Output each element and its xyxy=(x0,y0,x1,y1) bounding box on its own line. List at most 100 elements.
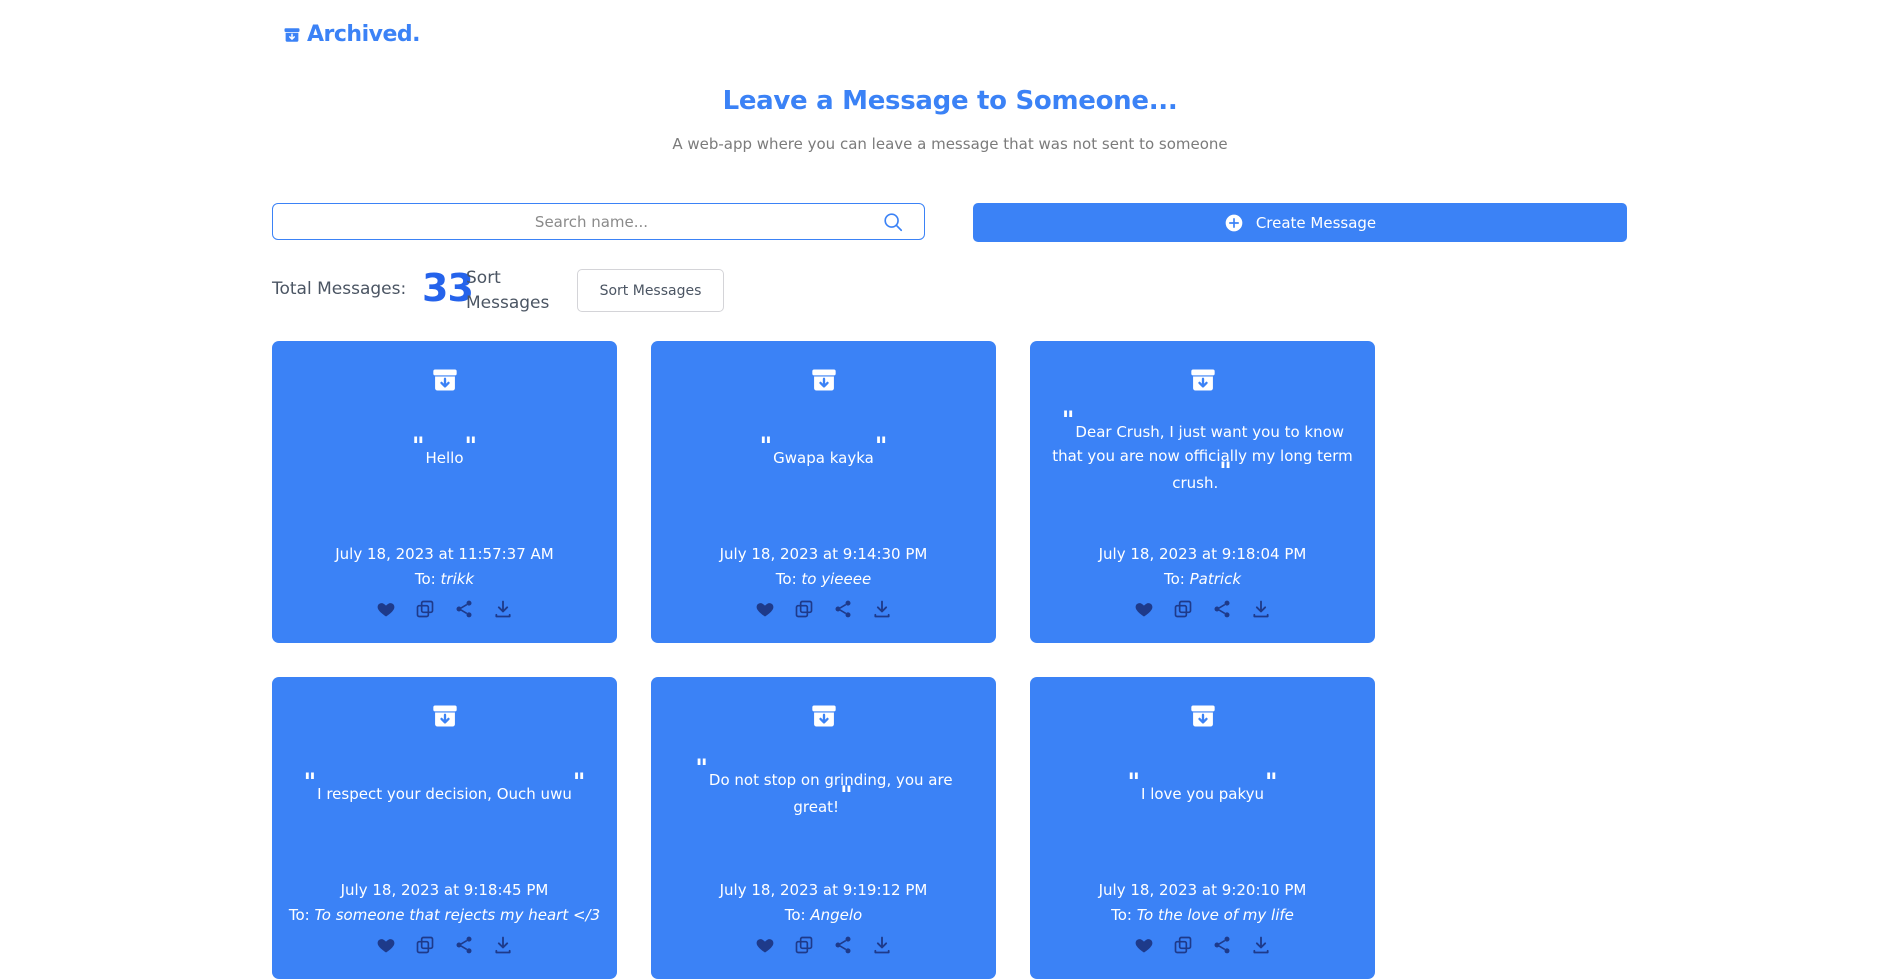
heart-icon[interactable] xyxy=(376,935,396,955)
message-recipient: To: to yieeee xyxy=(651,570,996,588)
copy-icon[interactable] xyxy=(415,599,435,619)
open-quote: " xyxy=(1127,767,1140,796)
page-subtitle: A web-app where you can leave a message … xyxy=(672,135,1228,153)
archive-icon[interactable] xyxy=(1189,702,1217,730)
message-recipient: To: To the love of my life xyxy=(1030,906,1375,924)
copy-icon[interactable] xyxy=(794,935,814,955)
close-quote: " xyxy=(464,431,478,460)
download-icon[interactable] xyxy=(872,935,892,955)
close-quote: " xyxy=(874,431,888,460)
message-recipient: To: To someone that rejects my heart </3 xyxy=(272,906,617,924)
sort-messages-label: Sort Messages xyxy=(466,268,550,313)
message-body: Hello xyxy=(425,448,464,467)
open-quote: " xyxy=(411,431,425,460)
close-quote: " xyxy=(840,781,853,809)
message-text: "Dear Crush, I just want you to know tha… xyxy=(1052,396,1353,516)
message-text: "Do not stop on grinding, you are great!… xyxy=(673,732,974,852)
recipient-name: Patrick xyxy=(1189,570,1242,588)
archive-icon[interactable] xyxy=(431,366,459,394)
message-body: Dear Crush, I just want you to know that… xyxy=(1052,423,1353,492)
open-quote: " xyxy=(759,431,773,460)
search-input[interactable] xyxy=(273,211,882,232)
logo-text: Archived. xyxy=(307,22,421,47)
card-actions xyxy=(651,935,996,955)
page-title: Leave a Message to Someone... xyxy=(722,86,1178,116)
message-text: "Hello" xyxy=(294,396,595,516)
close-quote: " xyxy=(572,767,586,796)
card-actions xyxy=(1030,599,1375,619)
message-date: July 18, 2023 at 9:19:12 PM xyxy=(719,881,928,899)
open-quote: " xyxy=(695,754,708,782)
share-icon[interactable] xyxy=(1212,599,1232,619)
archive-icon[interactable] xyxy=(810,366,838,394)
share-icon[interactable] xyxy=(833,935,853,955)
message-date: July 18, 2023 at 11:57:37 AM xyxy=(335,545,554,563)
message-card[interactable]: "I respect your decision, Ouch uwu" July … xyxy=(272,677,617,979)
search-icon[interactable] xyxy=(882,211,904,233)
card-actions xyxy=(1030,935,1375,955)
recipient-name: To the love of my life xyxy=(1136,906,1294,924)
heart-icon[interactable] xyxy=(755,935,775,955)
recipient-prefix: To: xyxy=(784,906,806,924)
archive-icon[interactable] xyxy=(810,702,838,730)
close-quote: " xyxy=(1219,457,1232,485)
card-actions xyxy=(651,599,996,619)
message-recipient: To: Angelo xyxy=(651,906,996,924)
message-date: July 18, 2023 at 9:14:30 PM xyxy=(719,545,928,563)
message-card[interactable]: "Hello" July 18, 2023 at 11:57:37 AM To: t… xyxy=(272,341,617,643)
search-box xyxy=(272,203,925,240)
message-body: Do not stop on grinding, you are great! xyxy=(708,771,953,816)
message-card[interactable]: "Do not stop on grinding, you are great!… xyxy=(651,677,996,979)
recipient-prefix: To: xyxy=(1163,570,1185,588)
logo[interactable]: Archived. xyxy=(283,22,421,47)
message-body: I respect your decision, Ouch uwu xyxy=(317,784,572,803)
message-date: July 18, 2023 at 9:18:45 PM xyxy=(340,881,549,899)
copy-icon[interactable] xyxy=(415,935,435,955)
heart-icon[interactable] xyxy=(1134,599,1154,619)
open-quote: " xyxy=(1061,406,1075,434)
card-actions xyxy=(272,599,617,619)
copy-icon[interactable] xyxy=(1173,935,1193,955)
message-recipient: To: trikk xyxy=(272,570,617,588)
share-icon[interactable] xyxy=(1212,935,1232,955)
recipient-name: trikk xyxy=(440,570,475,588)
recipient-name: to yieeee xyxy=(801,570,872,588)
heart-icon[interactable] xyxy=(1134,935,1154,955)
message-text: "I respect your decision, Ouch uwu" xyxy=(294,732,595,852)
recipient-prefix: To: xyxy=(288,906,310,924)
message-date: July 18, 2023 at 9:18:04 PM xyxy=(1098,545,1307,563)
recipient-prefix: To: xyxy=(775,570,797,588)
heart-icon[interactable] xyxy=(755,599,775,619)
share-icon[interactable] xyxy=(833,599,853,619)
copy-icon[interactable] xyxy=(794,599,814,619)
download-icon[interactable] xyxy=(493,599,513,619)
card-actions xyxy=(272,935,617,955)
copy-icon[interactable] xyxy=(1173,599,1193,619)
archive-icon[interactable] xyxy=(431,702,459,730)
message-card[interactable]: "Dear Crush, I just want you to know tha… xyxy=(1030,341,1375,643)
recipient-name: Angelo xyxy=(810,906,863,924)
heart-icon[interactable] xyxy=(376,599,396,619)
download-icon[interactable] xyxy=(493,935,513,955)
message-body: Gwapa kayka xyxy=(773,448,874,467)
message-recipient: To: Patrick xyxy=(1030,570,1375,588)
message-card[interactable]: "I love you pakyu" July 18, 2023 at 9:20:… xyxy=(1030,677,1375,979)
create-message-button[interactable]: Create Message xyxy=(973,203,1627,242)
recipient-name: To someone that rejects my heart </3 xyxy=(314,906,601,924)
total-messages-label: Total Messages: xyxy=(272,279,407,299)
download-icon[interactable] xyxy=(872,599,892,619)
sort-messages-button[interactable]: Sort Messages xyxy=(577,269,724,312)
archive-icon xyxy=(284,27,300,42)
archive-icon[interactable] xyxy=(1189,366,1217,394)
message-text: "Gwapa kayka" xyxy=(673,396,974,516)
download-icon[interactable] xyxy=(1251,935,1271,955)
message-date: July 18, 2023 at 9:20:10 PM xyxy=(1098,881,1307,899)
download-icon[interactable] xyxy=(1251,599,1271,619)
open-quote: " xyxy=(303,767,317,796)
message-body: I love you pakyu xyxy=(1141,784,1264,803)
message-card[interactable]: "Gwapa kayka" July 18, 2023 at 9:14:30 PM… xyxy=(651,341,996,643)
share-icon[interactable] xyxy=(454,935,474,955)
create-message-label: Create Message xyxy=(1255,213,1377,232)
share-icon[interactable] xyxy=(454,599,474,619)
recipient-prefix: To: xyxy=(414,570,436,588)
